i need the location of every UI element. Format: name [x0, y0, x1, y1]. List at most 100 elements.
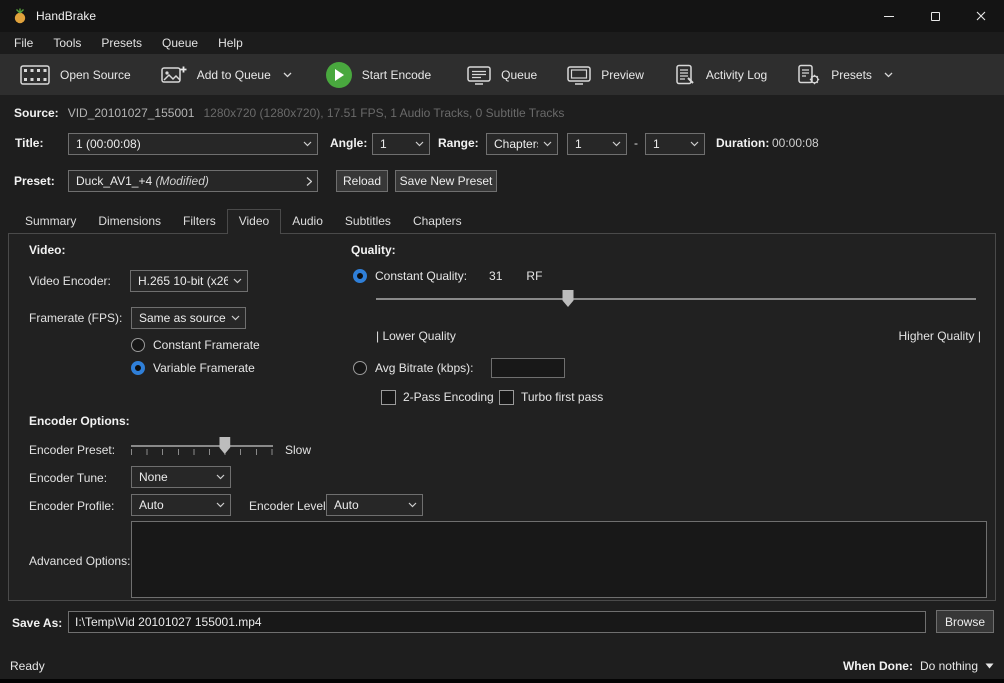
- chevron-down-icon: [690, 141, 699, 147]
- close-button[interactable]: [958, 0, 1004, 32]
- turbo-first-pass-checkbox[interactable]: [499, 390, 514, 405]
- menu-queue[interactable]: Queue: [152, 33, 208, 53]
- encoder-preset-value: Slow: [285, 443, 311, 457]
- constant-framerate-label: Constant Framerate: [153, 338, 260, 352]
- constant-framerate-option[interactable]: Constant Framerate: [131, 336, 260, 354]
- avg-bitrate-label: Avg Bitrate (kbps):: [375, 361, 473, 375]
- title-label: Title:: [15, 136, 43, 150]
- turbo-first-pass-label: Turbo first pass: [521, 390, 603, 404]
- higher-quality-label: Higher Quality |: [899, 329, 981, 343]
- chevron-down-icon: [303, 141, 312, 147]
- start-encode-button[interactable]: Start Encode: [314, 55, 443, 95]
- source-label: Source:: [14, 106, 59, 120]
- preset-modified-suffix: (Modified): [156, 174, 209, 188]
- tab-subtitles[interactable]: Subtitles: [334, 210, 402, 233]
- turbo-first-pass-option[interactable]: Turbo first pass: [499, 388, 603, 406]
- maximize-button[interactable]: [912, 0, 958, 32]
- encoder-preset-slider-track: [131, 445, 273, 447]
- save-new-preset-button[interactable]: Save New Preset: [395, 170, 497, 192]
- encoder-options-header: Encoder Options:: [29, 414, 130, 428]
- framerate-select[interactable]: Same as source: [131, 307, 246, 329]
- queue-icon: [467, 64, 491, 86]
- status-text: Ready: [10, 659, 45, 673]
- advanced-options-label: Advanced Options:: [29, 554, 130, 568]
- encoder-tune-label: Encoder Tune:: [29, 471, 107, 485]
- reload-button[interactable]: Reload: [336, 170, 388, 192]
- range-end-select[interactable]: 1: [645, 133, 705, 155]
- tab-audio[interactable]: Audio: [281, 210, 334, 233]
- save-new-preset-label: Save New Preset: [400, 174, 493, 188]
- encoder-profile-select[interactable]: Auto: [131, 494, 231, 516]
- chevron-down-icon: [543, 141, 552, 147]
- constant-quality-label: Constant Quality:: [375, 269, 467, 283]
- open-source-button[interactable]: Open Source: [8, 55, 143, 95]
- queue-button[interactable]: Queue: [455, 55, 549, 95]
- framerate-value: Same as source: [139, 311, 226, 325]
- title-select-value: 1 (00:00:08): [76, 137, 141, 151]
- tab-video[interactable]: Video: [227, 209, 281, 234]
- browse-label: Browse: [945, 615, 985, 629]
- start-encode-label: Start Encode: [362, 68, 431, 82]
- range-start-select[interactable]: 1: [567, 133, 627, 155]
- tab-dimensions[interactable]: Dimensions: [87, 210, 172, 233]
- quality-slider-track: [376, 298, 976, 300]
- two-pass-label: 2-Pass Encoding: [403, 390, 494, 404]
- variable-framerate-radio[interactable]: [131, 361, 145, 375]
- two-pass-option[interactable]: 2-Pass Encoding: [381, 388, 494, 406]
- angle-select[interactable]: 1: [372, 133, 430, 155]
- encoder-preset-slider[interactable]: [131, 437, 273, 455]
- when-done-dropdown[interactable]: When Done: Do nothing: [843, 659, 994, 673]
- encoder-level-value: Auto: [334, 498, 359, 512]
- caret-down-icon: [985, 663, 994, 669]
- avg-bitrate-radio[interactable]: [353, 361, 367, 375]
- tab-chapters[interactable]: Chapters: [402, 210, 473, 233]
- preset-select-value: Duck_AV1_+4 (Modified): [76, 174, 209, 188]
- preview-button[interactable]: Preview: [555, 55, 656, 95]
- encoder-level-select[interactable]: Auto: [326, 494, 423, 516]
- avg-bitrate-option[interactable]: Avg Bitrate (kbps):: [353, 359, 565, 377]
- chevron-down-icon: [415, 141, 424, 147]
- add-to-queue-button[interactable]: Add to Queue: [149, 55, 304, 95]
- activity-log-button[interactable]: Activity Log: [662, 55, 779, 95]
- encoder-tune-select[interactable]: None: [131, 466, 231, 488]
- browse-button[interactable]: Browse: [936, 610, 994, 633]
- range-type-value: Chapters: [494, 137, 538, 151]
- save-as-row: Save As: Browse: [0, 610, 1004, 634]
- range-type-select[interactable]: Chapters: [486, 133, 558, 155]
- avg-bitrate-input[interactable]: [491, 358, 565, 378]
- chevron-down-icon: [612, 141, 621, 147]
- two-pass-checkbox[interactable]: [381, 390, 396, 405]
- tab-filters[interactable]: Filters: [172, 210, 227, 233]
- video-encoder-label: Video Encoder:: [29, 274, 111, 288]
- constant-quality-radio[interactable]: [353, 269, 367, 283]
- constant-framerate-radio[interactable]: [131, 338, 145, 352]
- presets-button[interactable]: Presets: [785, 55, 905, 95]
- title-select[interactable]: 1 (00:00:08): [68, 133, 318, 155]
- quality-slider-thumb[interactable]: [563, 290, 574, 307]
- constant-quality-unit: RF: [526, 269, 542, 283]
- duration-label: Duration:: [716, 136, 769, 150]
- save-as-input[interactable]: [68, 611, 926, 633]
- menu-file[interactable]: File: [4, 33, 43, 53]
- activity-log-icon: [674, 64, 696, 86]
- minimize-icon: [884, 16, 894, 17]
- minimize-button[interactable]: [866, 0, 912, 32]
- tab-summary[interactable]: Summary: [14, 210, 87, 233]
- menu-presets[interactable]: Presets: [91, 33, 152, 53]
- advanced-options-textarea[interactable]: [131, 521, 987, 598]
- preset-row: Preset: Duck_AV1_+4 (Modified) Reload Sa…: [0, 170, 1004, 194]
- encoder-level-label: Encoder Level:: [249, 499, 329, 513]
- range-separator: -: [634, 136, 638, 150]
- variable-framerate-option[interactable]: Variable Framerate: [131, 359, 255, 377]
- reload-label: Reload: [343, 174, 381, 188]
- source-row: Source: VID_20101027_155001 1280x720 (12…: [14, 106, 564, 120]
- menu-help[interactable]: Help: [208, 33, 253, 53]
- constant-quality-option[interactable]: Constant Quality: 31 RF: [353, 267, 542, 285]
- quality-slider[interactable]: [376, 290, 976, 308]
- tab-strip: Summary Dimensions Filters Video Audio S…: [14, 209, 473, 233]
- preset-select[interactable]: Duck_AV1_+4 (Modified): [68, 170, 318, 192]
- video-encoder-select[interactable]: H.265 10-bit (x265: [130, 270, 248, 292]
- constant-quality-value: 31: [489, 269, 502, 283]
- menu-tools[interactable]: Tools: [43, 33, 91, 53]
- range-end-value: 1: [653, 137, 660, 151]
